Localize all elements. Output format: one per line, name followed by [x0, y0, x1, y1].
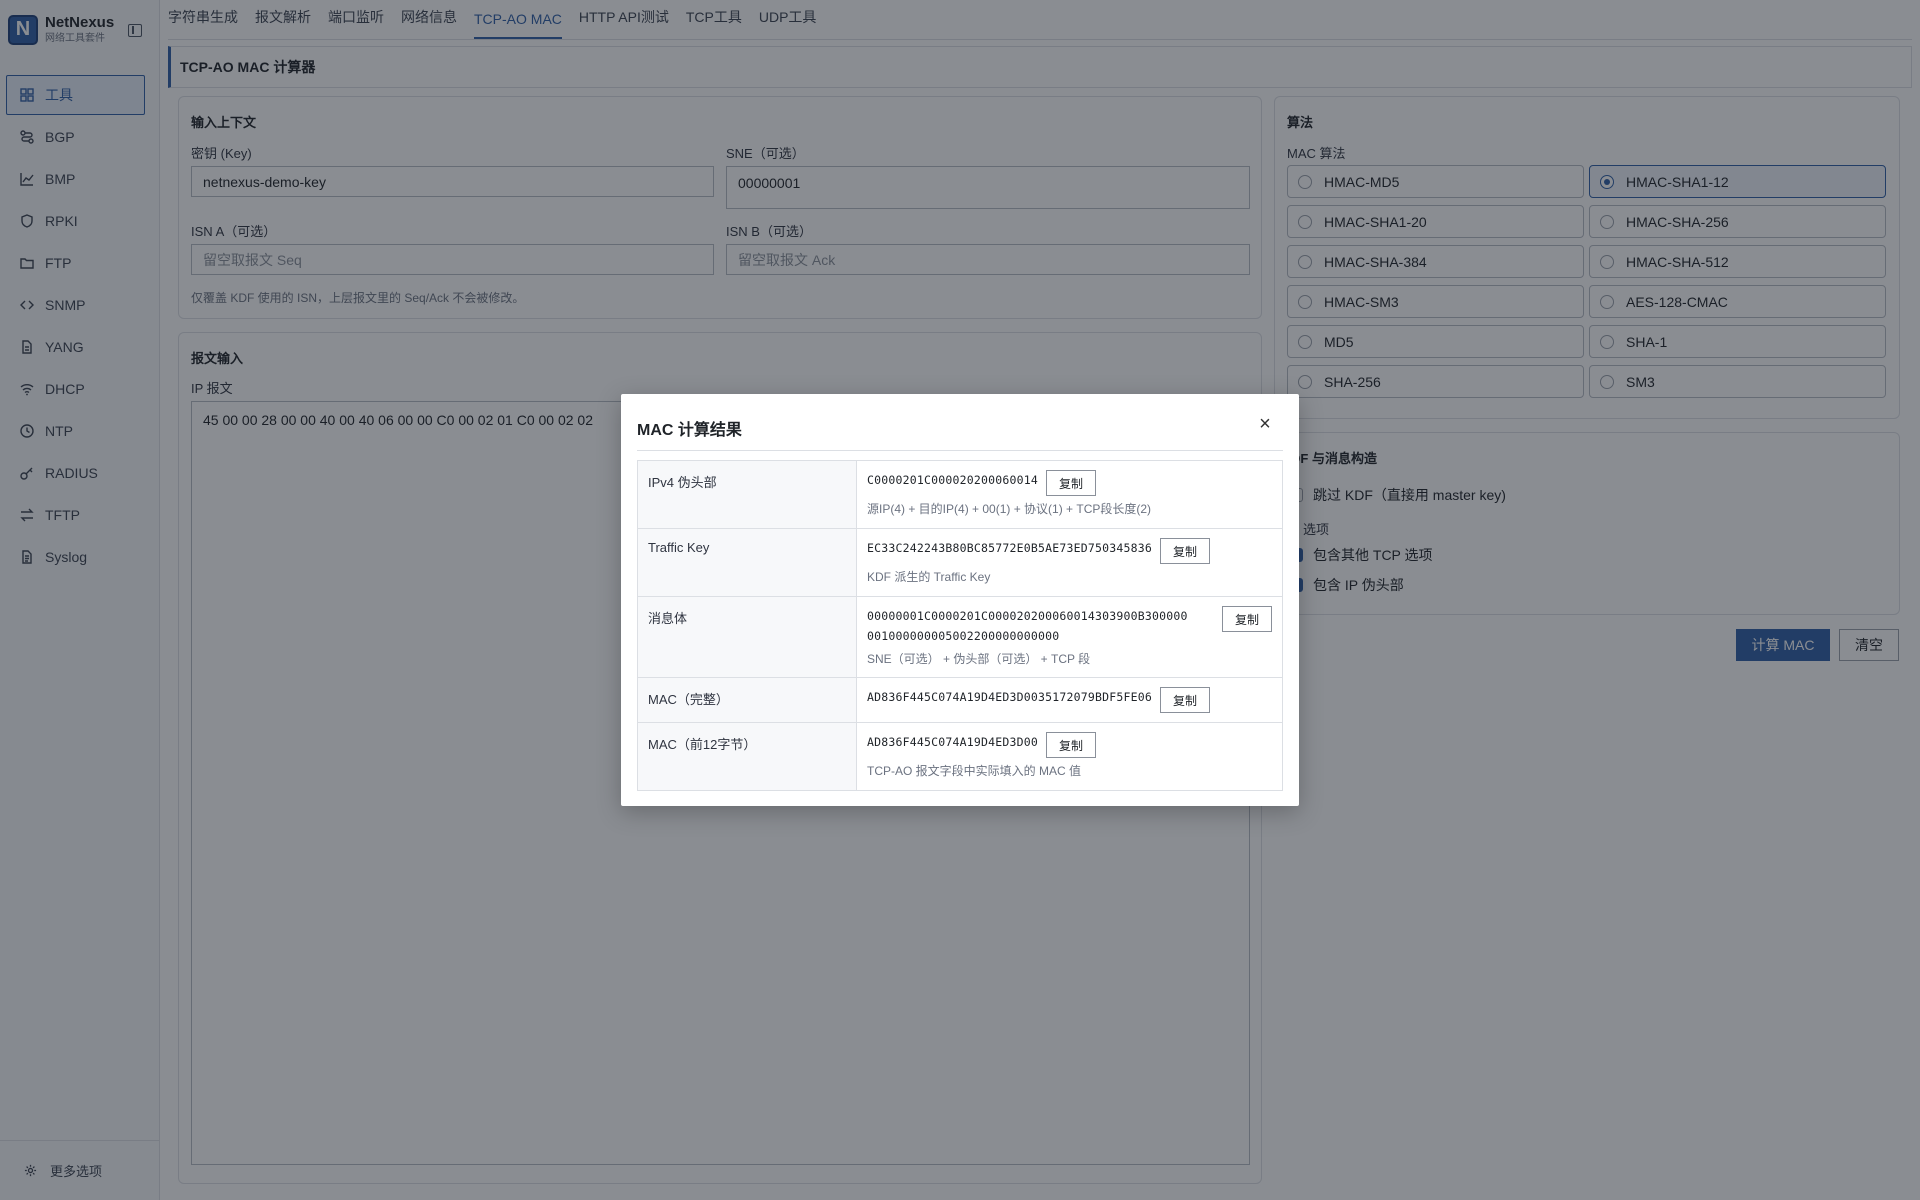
result-table: IPv4 伪头部 C0000201C000020200060014 复制 源IP… [637, 460, 1283, 791]
result-key: IPv4 伪头部 [638, 461, 857, 528]
copy-button[interactable]: 复制 [1159, 687, 1210, 713]
result-value-cell: AD836F445C074A19D4ED3D00 复制 TCP-AO 报文字段中… [857, 723, 1282, 790]
result-note: SNE（可选） + 伪头部（可选） + TCP 段 [867, 652, 1091, 666]
result-key: MAC（前12字节） [638, 723, 857, 790]
result-value-line: 00000001C0000201C000020200060014303900B3… [867, 609, 1188, 623]
result-row-traffic-key: Traffic Key EC33C242243B80BC85772E0B5AE7… [638, 529, 1282, 597]
result-note: 源IP(4) + 目的IP(4) + 00(1) + 协议(1) + TCP段长… [867, 502, 1152, 516]
copy-button[interactable]: 复制 [1045, 470, 1096, 496]
result-value: EC33C242243B80BC85772E0B5AE73ED750345836 [867, 541, 1152, 555]
copy-button[interactable]: 复制 [1045, 732, 1096, 758]
result-key: 消息体 [638, 597, 857, 677]
result-row-pseudo-header: IPv4 伪头部 C0000201C000020200060014 复制 源IP… [638, 461, 1282, 529]
result-row-message-body: 消息体 00000001C0000201C0000202000600143039… [638, 597, 1282, 678]
result-value: AD836F445C074A19D4ED3D0035172079BDF5FE06 [867, 690, 1152, 704]
result-key: MAC（完整） [638, 678, 857, 722]
result-row-mac-full: MAC（完整） AD836F445C074A19D4ED3D0035172079… [638, 678, 1282, 723]
result-value-cell: AD836F445C074A19D4ED3D0035172079BDF5FE06… [857, 678, 1282, 722]
result-value-line: 001000000005002200000000000 [867, 629, 1060, 643]
copy-button[interactable]: 复制 [1159, 538, 1210, 564]
result-note: TCP-AO 报文字段中实际填入的 MAC 值 [867, 764, 1082, 778]
result-value-cell: 00000001C0000201C000020200060014303900B3… [857, 597, 1282, 677]
modal-divider [637, 450, 1283, 451]
modal-title: MAC 计算结果 [637, 422, 742, 439]
copy-button[interactable]: 复制 [1221, 606, 1272, 632]
close-icon[interactable]: × [1257, 414, 1273, 434]
mac-result-modal: MAC 计算结果 × IPv4 伪头部 C0000201C00002020006… [621, 394, 1299, 806]
result-value-cell: EC33C242243B80BC85772E0B5AE73ED750345836… [857, 529, 1282, 596]
result-note: KDF 派生的 Traffic Key [867, 570, 991, 584]
result-value: C0000201C000020200060014 [867, 473, 1038, 487]
result-row-mac-12: MAC（前12字节） AD836F445C074A19D4ED3D00 复制 T… [638, 723, 1282, 790]
result-value: AD836F445C074A19D4ED3D00 [867, 735, 1038, 749]
result-key: Traffic Key [638, 529, 857, 596]
result-value-cell: C0000201C000020200060014 复制 源IP(4) + 目的I… [857, 461, 1282, 528]
